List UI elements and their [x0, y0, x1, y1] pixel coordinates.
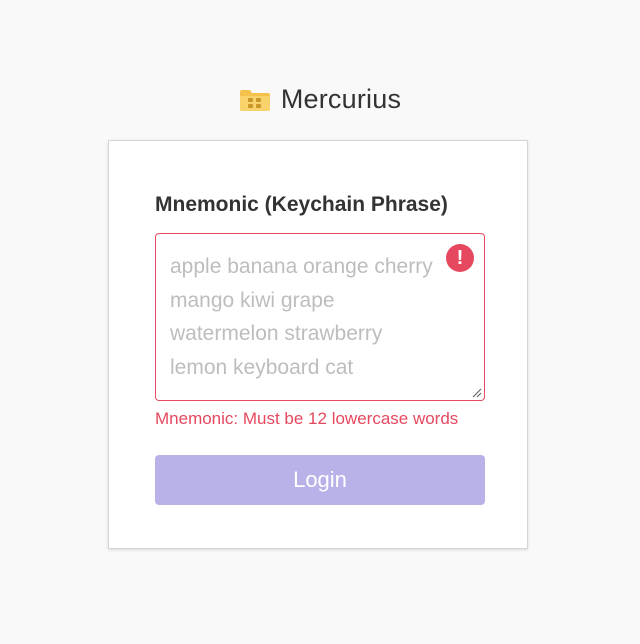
mnemonic-error-message: Mnemonic: Must be 12 lowercase words: [155, 409, 459, 428]
resize-handle[interactable]: [471, 387, 482, 398]
mnemonic-field-wrapper: !: [155, 233, 485, 401]
brand-header: Mercurius: [0, 84, 640, 115]
login-card: Mnemonic (Keychain Phrase) ! Mnemonic: M…: [108, 140, 528, 549]
exclamation-icon: !: [446, 244, 474, 272]
app-title: Mercurius: [280, 84, 402, 114]
mnemonic-input[interactable]: [156, 234, 484, 400]
mnemonic-label: Mnemonic (Keychain Phrase): [155, 193, 448, 216]
login-button[interactable]: Login: [155, 455, 485, 505]
folder-icon: [239, 88, 271, 112]
